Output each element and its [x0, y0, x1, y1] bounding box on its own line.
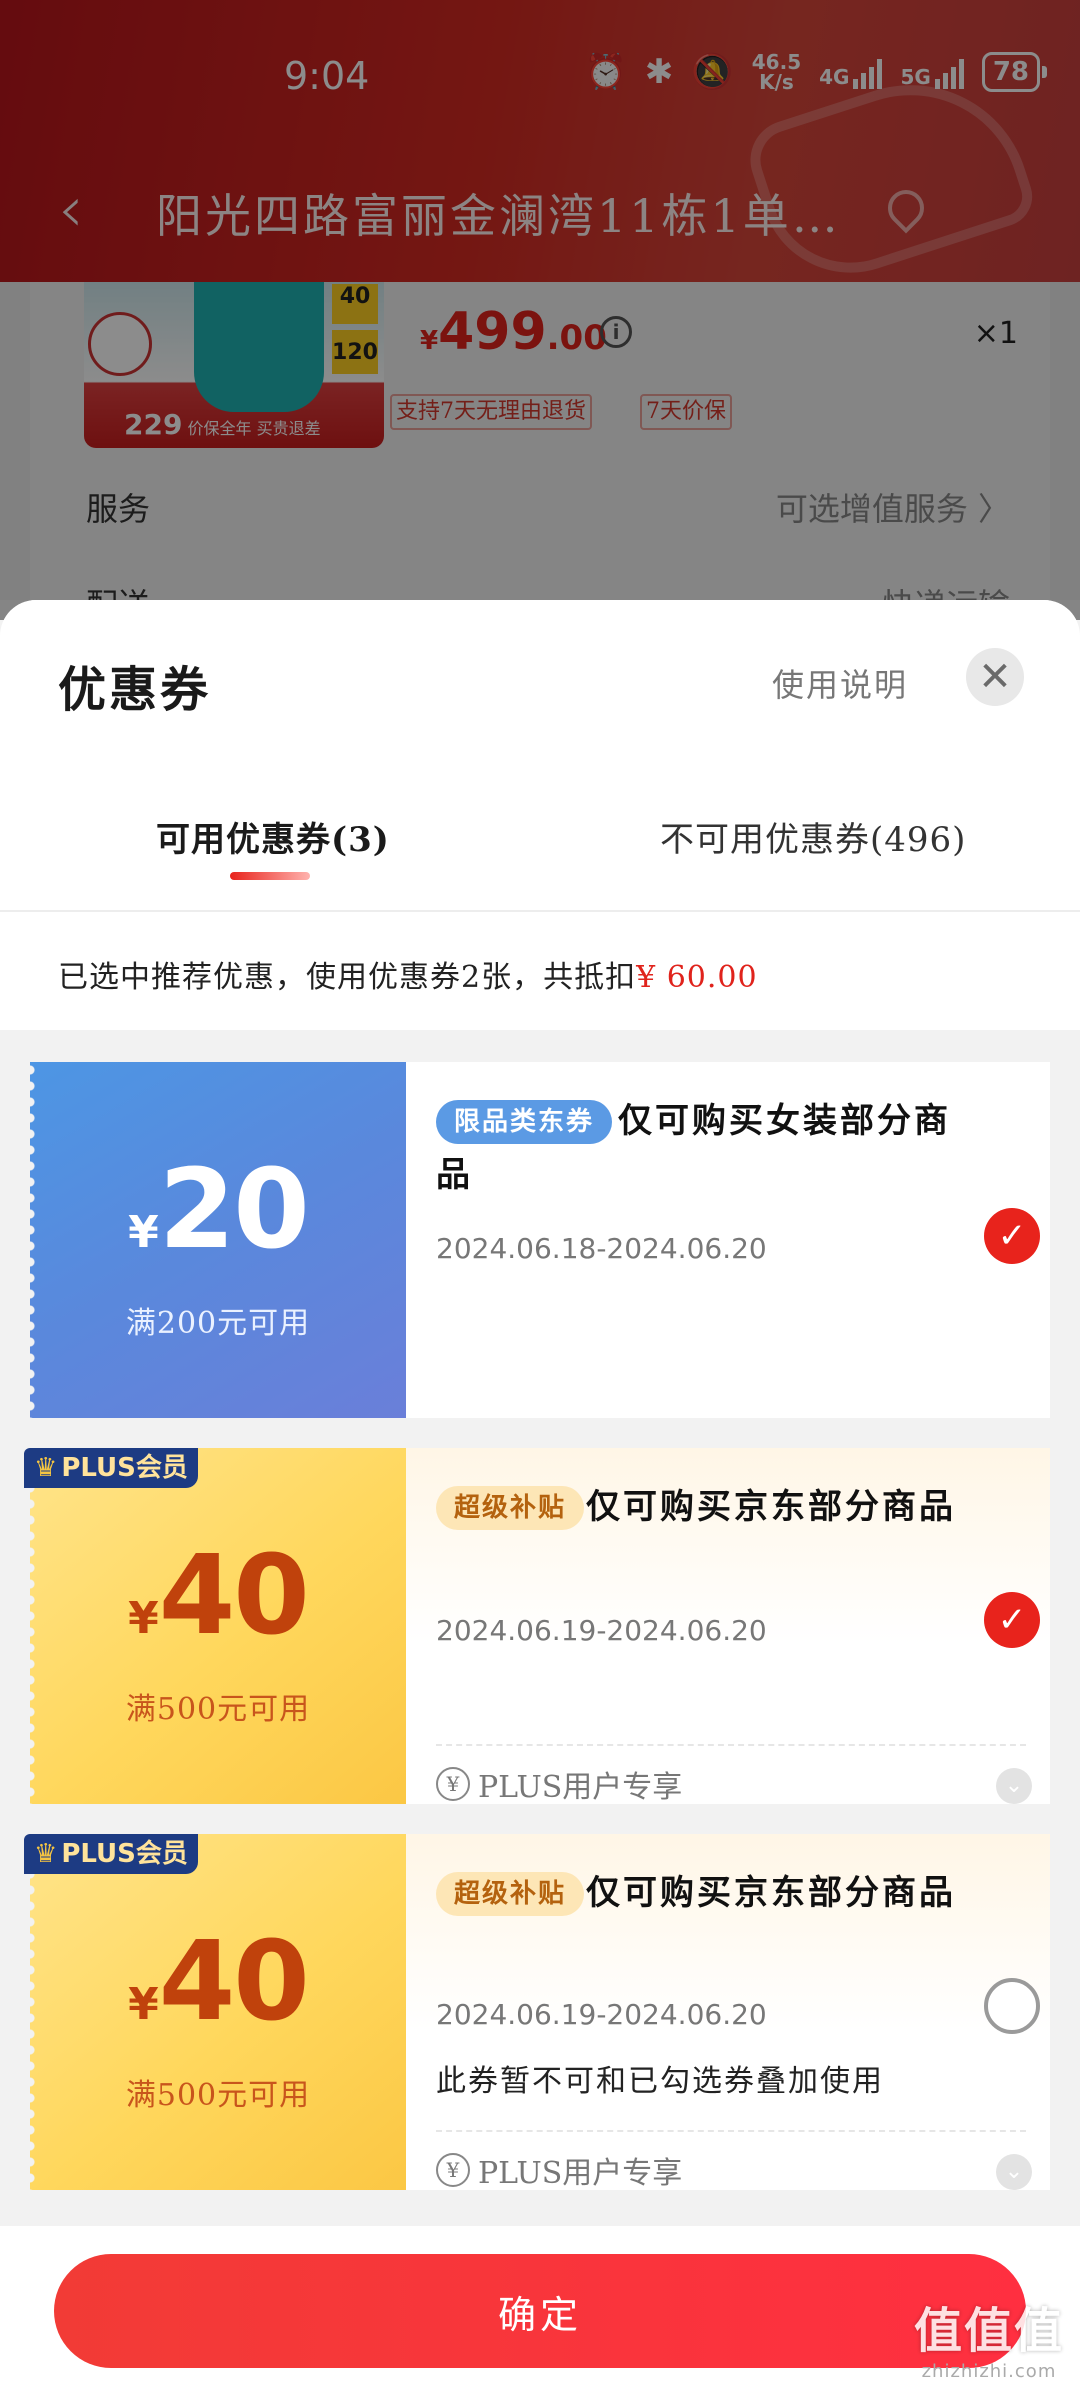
coupon-condition: 满200元可用 — [125, 1306, 311, 1341]
close-icon[interactable]: ✕ — [966, 648, 1024, 706]
order-page-background: 9:04 ⏰ ✱ 🔕 46.5 K/s 4G 5G 78 ‹ 阳光四路富丽金澜湾… — [0, 0, 1080, 624]
coupon-type-tag: 超级补贴 — [436, 1872, 585, 1916]
summary-amount: ¥ 60.00 — [636, 960, 758, 995]
usage-instructions-link[interactable]: 使用说明 — [772, 660, 908, 706]
modal-overlay[interactable] — [0, 0, 1080, 620]
coupon-description: 仅可购买女装部分商 — [618, 1101, 951, 1141]
coupon-amount: ¥40 — [128, 1917, 310, 2045]
coupon-condition: 满500元可用 — [125, 2078, 311, 2113]
coupon-detail-panel: 超级补贴 仅可购买京东部分商品 2024.06.19-2024.06.20 此券… — [406, 1834, 1050, 2192]
coupon-condition: 满500元可用 — [125, 1692, 311, 1727]
coupon-amount: ¥20 — [128, 1145, 310, 1273]
coupon-description: 仅可购买京东部分商品 — [586, 1487, 956, 1527]
yen-circle-icon: ¥ — [436, 2153, 470, 2187]
chevron-down-icon[interactable]: ⌄ — [996, 2154, 1032, 2190]
watermark-logo: 值值值 — [913, 2303, 1064, 2359]
coupon-sheet-header: 优惠券 使用说明 ✕ 可用优惠券(3) 不可用优惠券(496) 已选中推荐优惠，… — [0, 600, 1080, 1030]
coupon-card[interactable]: ♛ PLUS会员 ¥40 满500元可用 超级补贴 仅可购买京东部分商品 2024… — [24, 1834, 1050, 2192]
coupon-card[interactable]: ♛ PLUS会员 ¥40 满500元可用 超级补贴 仅可购买京东部分商品 2024… — [24, 1448, 1050, 1806]
plus-exclusive-note: ¥ PLUS用户专享 — [436, 2148, 682, 2192]
coupon-description: 仅可购买京东部分商品 — [586, 1873, 956, 1913]
coupon-checkbox-unchecked-icon[interactable] — [984, 1978, 1040, 2034]
chevron-down-icon[interactable]: ⌄ — [996, 1768, 1032, 1804]
coupon-value-panel: ♛ PLUS会员 ¥40 满500元可用 — [24, 1448, 406, 1804]
active-tab-indicator — [230, 872, 310, 880]
coupon-validity-date: 2024.06.18-2024.06.20 — [436, 1232, 767, 1265]
coupon-card[interactable]: ¥20 满200元可用 限品类东券 仅可购买女装部分商 品 2024.06.18… — [30, 1062, 1050, 1418]
coupon-detail-panel: 限品类东券 仅可购买女装部分商 品 2024.06.18-2024.06.20 … — [406, 1062, 1050, 1418]
selection-summary: 已选中推荐优惠，使用优惠券2张，共抵扣¥ 60.00 — [58, 960, 758, 995]
coupon-checkbox-checked-icon[interactable]: ✓ — [984, 1592, 1040, 1648]
coupon-value-panel: ♛ PLUS会员 ¥40 满500元可用 — [24, 1834, 406, 2190]
tab-unavailable-coupons[interactable]: 不可用优惠券(496) — [660, 812, 966, 861]
sheet-title: 优惠券 — [58, 662, 212, 718]
coupon-sheet: 优惠券 使用说明 ✕ 可用优惠券(3) 不可用优惠券(496) 已选中推荐优惠，… — [0, 600, 1080, 2400]
coupon-stacking-note: 此券暂不可和已勾选券叠加使用 — [436, 2064, 884, 2099]
confirm-button[interactable]: 确定 — [54, 2254, 1026, 2368]
crown-icon: ♛ — [34, 1839, 58, 1869]
coupon-divider — [436, 1744, 1026, 1746]
tab-available-coupons[interactable]: 可用优惠券(3) — [156, 812, 390, 861]
yen-circle-icon: ¥ — [436, 1767, 470, 1801]
coupon-divider — [436, 2130, 1026, 2132]
coupon-detail-panel: 超级补贴 仅可购买京东部分商品 2024.06.19-2024.06.20 ✓ … — [406, 1448, 1050, 1806]
coupon-description-cont: 品 — [436, 1155, 473, 1195]
coupon-checkbox-checked-icon[interactable]: ✓ — [984, 1208, 1040, 1264]
tab-divider — [0, 910, 1080, 912]
plus-exclusive-note: ¥ PLUS用户专享 — [436, 1762, 682, 1806]
watermark-domain: zhizhizhi.com — [921, 2361, 1057, 2382]
sheet-footer: 确定 值值值 zhizhizhi.com — [0, 2226, 1080, 2400]
plus-member-badge: ♛ PLUS会员 — [24, 1448, 198, 1488]
plus-member-badge: ♛ PLUS会员 — [24, 1834, 198, 1874]
coupon-type-tag: 超级补贴 — [436, 1486, 585, 1530]
coupon-amount: ¥40 — [128, 1531, 310, 1659]
coupon-validity-date: 2024.06.19-2024.06.20 — [436, 1998, 767, 2031]
coupon-validity-date: 2024.06.19-2024.06.20 — [436, 1614, 767, 1647]
watermark: 值值值 zhizhizhi.com — [914, 2291, 1064, 2382]
crown-icon: ♛ — [34, 1453, 58, 1483]
coupon-type-tag: 限品类东券 — [436, 1100, 613, 1144]
coupon-value-panel: ¥20 满200元可用 — [30, 1062, 406, 1418]
